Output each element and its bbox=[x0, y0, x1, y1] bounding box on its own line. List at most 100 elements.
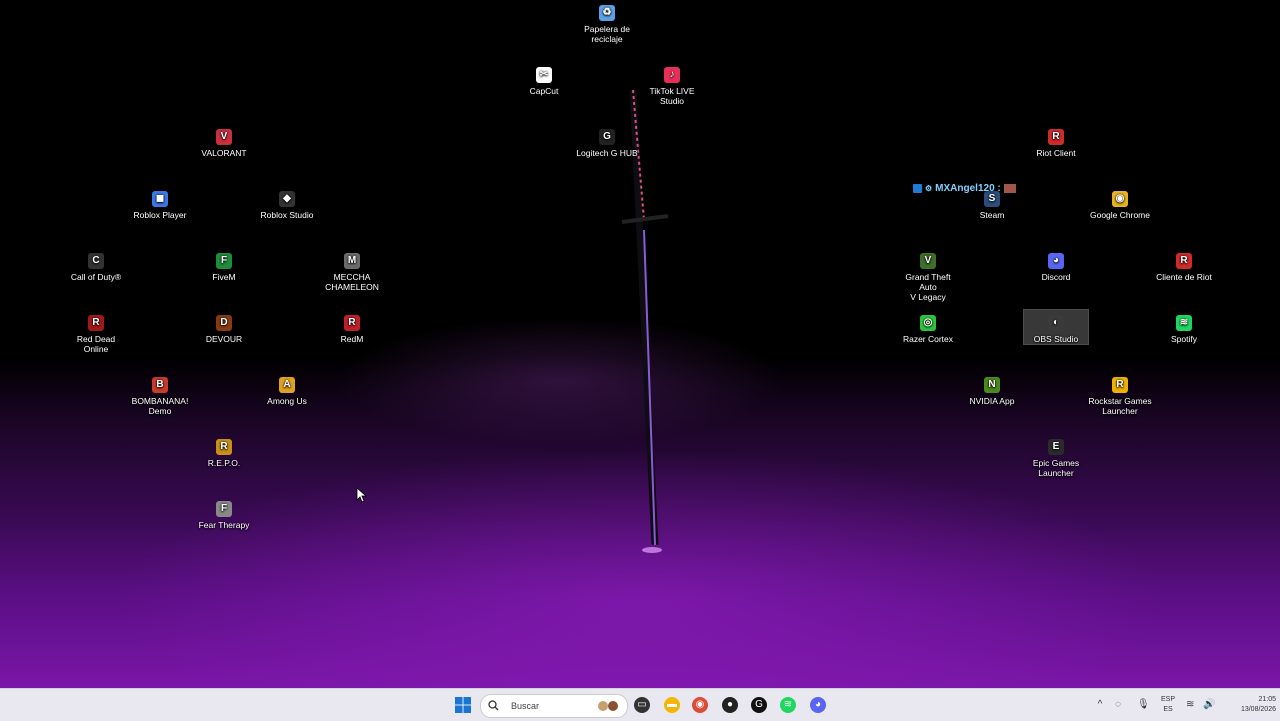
nvidia-icon: N bbox=[984, 377, 1000, 393]
desktop-icon-label: Epic Games Launcher bbox=[1032, 458, 1080, 478]
desktop-icon-label: NVIDIA App bbox=[969, 396, 1015, 406]
desktop-icon-chrome[interactable]: ◉ Google Chrome bbox=[1088, 186, 1152, 220]
taskbar-chrome[interactable]: ◉ bbox=[690, 695, 710, 715]
cod-icon: C bbox=[88, 253, 104, 269]
discord-icon: ◕ bbox=[1048, 253, 1064, 269]
desktop-icon-meccha[interactable]: M MECCHA CHAMELEON bbox=[320, 248, 384, 292]
desktop-icon-among-us[interactable]: A Among Us bbox=[255, 372, 319, 406]
desktop-icon-label: Roblox Studio bbox=[260, 210, 314, 220]
obs-icon: ◐ bbox=[1048, 315, 1064, 331]
clock[interactable]: 21:05 13/08/2026 bbox=[1224, 689, 1276, 721]
desktop-icon-tiktok[interactable]: ♪ TikTok LIVE Studio bbox=[640, 62, 704, 106]
desktop-icon-label: Cliente de Riot bbox=[1156, 272, 1212, 282]
desktop-icon-fivem[interactable]: F FiveM bbox=[192, 248, 256, 282]
spotify-icon: ≋ bbox=[1176, 315, 1192, 331]
desktop-icon-label: VALORANT bbox=[201, 148, 247, 158]
desktop-icon-cod[interactable]: C Call of Duty® bbox=[64, 248, 128, 282]
mouse-cursor bbox=[356, 487, 368, 503]
desktop-icon-obs[interactable]: ◐ OBS Studio bbox=[1023, 309, 1089, 345]
language-top: ESP bbox=[1160, 696, 1175, 703]
desktop-icon-riot[interactable]: R Riot Client bbox=[1024, 124, 1088, 158]
desktop-icon-repo[interactable]: R R.E.P.O. bbox=[192, 434, 256, 468]
desktop-icon-spotify[interactable]: ≋ Spotify bbox=[1152, 310, 1216, 344]
bombanana-icon: B bbox=[152, 377, 168, 393]
desktop-icon-label: FiveM bbox=[212, 272, 236, 282]
desktop-icon-label: BOMBANANA! Demo bbox=[131, 396, 189, 416]
meccha-icon: M bbox=[344, 253, 360, 269]
desktop-icon-gta[interactable]: V Grand Theft Auto V Legacy bbox=[896, 248, 960, 302]
desktop-icon-razer[interactable]: ◎ Razer Cortex bbox=[896, 310, 960, 344]
desktop-icon-label: Among Us bbox=[267, 396, 307, 406]
desktop-icon-nvidia[interactable]: N NVIDIA App bbox=[960, 372, 1024, 406]
desktop-icon-label: OBS Studio bbox=[1033, 334, 1079, 344]
overlay-small-icon: ⚙ bbox=[925, 183, 933, 193]
desktop-icon-label: Grand Theft Auto V Legacy bbox=[905, 272, 951, 302]
file-explorer-icon: ▬ bbox=[664, 697, 680, 713]
desktop-icon-logitech[interactable]: G Logitech G HUB bbox=[575, 124, 639, 158]
desktop-icon-label: Logitech G HUB bbox=[576, 148, 638, 158]
taskbar-file-explorer[interactable]: ▬ bbox=[662, 695, 682, 715]
desktop-icon-epic[interactable]: E Epic Games Launcher bbox=[1024, 434, 1088, 478]
user-tag-overlay: ⚙ MXAngel120 : bbox=[913, 181, 1016, 195]
desktop-icon-rockstar[interactable]: R Rockstar Games Launcher bbox=[1088, 372, 1152, 416]
desktop-icon-discord[interactable]: ◕ Discord bbox=[1024, 248, 1088, 282]
desktop-icon-label: Rockstar Games Launcher bbox=[1088, 396, 1152, 416]
microphone-icon[interactable]: 🎙 bbox=[1137, 689, 1150, 721]
desktop-icon-label: Google Chrome bbox=[1089, 210, 1150, 220]
among-us-icon: A bbox=[279, 377, 295, 393]
desktop-icon-label: TikTok LIVE Studio bbox=[649, 86, 695, 106]
desktop-icon-devour[interactable]: D DEVOUR bbox=[192, 310, 256, 344]
desktop-icon-label: Fear Therapy bbox=[198, 520, 250, 530]
desktop-icon-label: RedM bbox=[340, 334, 364, 344]
windows-logo-icon bbox=[455, 697, 471, 713]
desktop-icon-valorant[interactable]: V VALORANT bbox=[192, 124, 256, 158]
volume-icon[interactable]: 🔊 bbox=[1203, 689, 1215, 721]
taskbar: Buscar ▭ ▬ ◉ ● G ≋ ◕ ^ ◌ 🎙 ESP ES ≋ 🔊 21:05 13… bbox=[0, 688, 1280, 721]
fear-icon: F bbox=[216, 501, 232, 517]
desktop-icon-roblox[interactable]: ◼ Roblox Player bbox=[128, 186, 192, 220]
epic-icon: E bbox=[1048, 439, 1064, 455]
taskbar-steam-app[interactable]: ● bbox=[720, 695, 740, 715]
taskbar-search-box[interactable]: Buscar bbox=[480, 694, 628, 718]
overlay-flag-icon bbox=[1003, 183, 1016, 193]
desktop-icon-recycle[interactable]: ♻ Papelera de reciclaje bbox=[575, 0, 639, 44]
desktop-icon-redm[interactable]: R RedM bbox=[320, 310, 384, 344]
redm-icon: R bbox=[344, 315, 360, 331]
riot-icon: R bbox=[1048, 129, 1064, 145]
chrome-icon: ◉ bbox=[1112, 191, 1128, 207]
desktop-icon-label: Call of Duty® bbox=[70, 272, 122, 282]
desktop-icon-roblox-studio[interactable]: ◆ Roblox Studio bbox=[255, 186, 319, 220]
logitech-app-icon: G bbox=[751, 697, 767, 713]
taskbar-logitech-app[interactable]: G bbox=[749, 695, 769, 715]
taskbar-task-view[interactable]: ▭ bbox=[632, 695, 652, 715]
recycle-icon: ♻ bbox=[599, 5, 615, 21]
desktop-icon-label: Riot Client bbox=[1036, 148, 1076, 158]
taskbar-discord-app[interactable]: ◕ bbox=[808, 695, 828, 715]
search-highlight-icon bbox=[598, 701, 618, 711]
desktop-icon-label: Red Dead Online bbox=[76, 334, 116, 354]
desktop-icon-capcut[interactable]: ✂ CapCut bbox=[512, 62, 576, 96]
start-button[interactable] bbox=[453, 695, 473, 715]
desktop-icon-label: Spotify bbox=[1171, 334, 1197, 344]
rockstar-icon: R bbox=[1112, 377, 1128, 393]
desktop-icon-bombanana[interactable]: B BOMBANANA! Demo bbox=[128, 372, 192, 416]
desktop-icon-label: R.E.P.O. bbox=[207, 458, 241, 468]
taskbar-spotify-app[interactable]: ≋ bbox=[778, 695, 798, 715]
valorant-icon: V bbox=[216, 129, 232, 145]
spotify-app-icon: ≋ bbox=[780, 697, 796, 713]
desktop-icon-label: MECCHA CHAMELEON bbox=[325, 272, 379, 292]
wifi-icon[interactable]: ≋ bbox=[1186, 689, 1198, 721]
desktop-icon-rdo[interactable]: R Red Dead Online bbox=[64, 310, 128, 354]
desktop-icon-cliente-riot[interactable]: R Cliente de Riot bbox=[1152, 248, 1216, 282]
chrome-icon: ◉ bbox=[692, 697, 708, 713]
desktop-icon-label: Papelera de reciclaje bbox=[584, 24, 630, 44]
roblox-studio-icon: ◆ bbox=[279, 191, 295, 207]
desktop-icon-fear[interactable]: F Fear Therapy bbox=[192, 496, 256, 530]
tray-app-icon[interactable]: ◌ bbox=[1115, 689, 1127, 721]
show-hidden-icons-button[interactable]: ^ bbox=[1094, 689, 1106, 721]
repo-icon: R bbox=[216, 439, 232, 455]
razer-icon: ◎ bbox=[920, 315, 936, 331]
language-indicator[interactable]: ESP ES bbox=[1158, 689, 1178, 721]
search-placeholder: Buscar bbox=[511, 701, 540, 711]
user-tag-text: MXAngel120 : bbox=[935, 182, 1001, 194]
